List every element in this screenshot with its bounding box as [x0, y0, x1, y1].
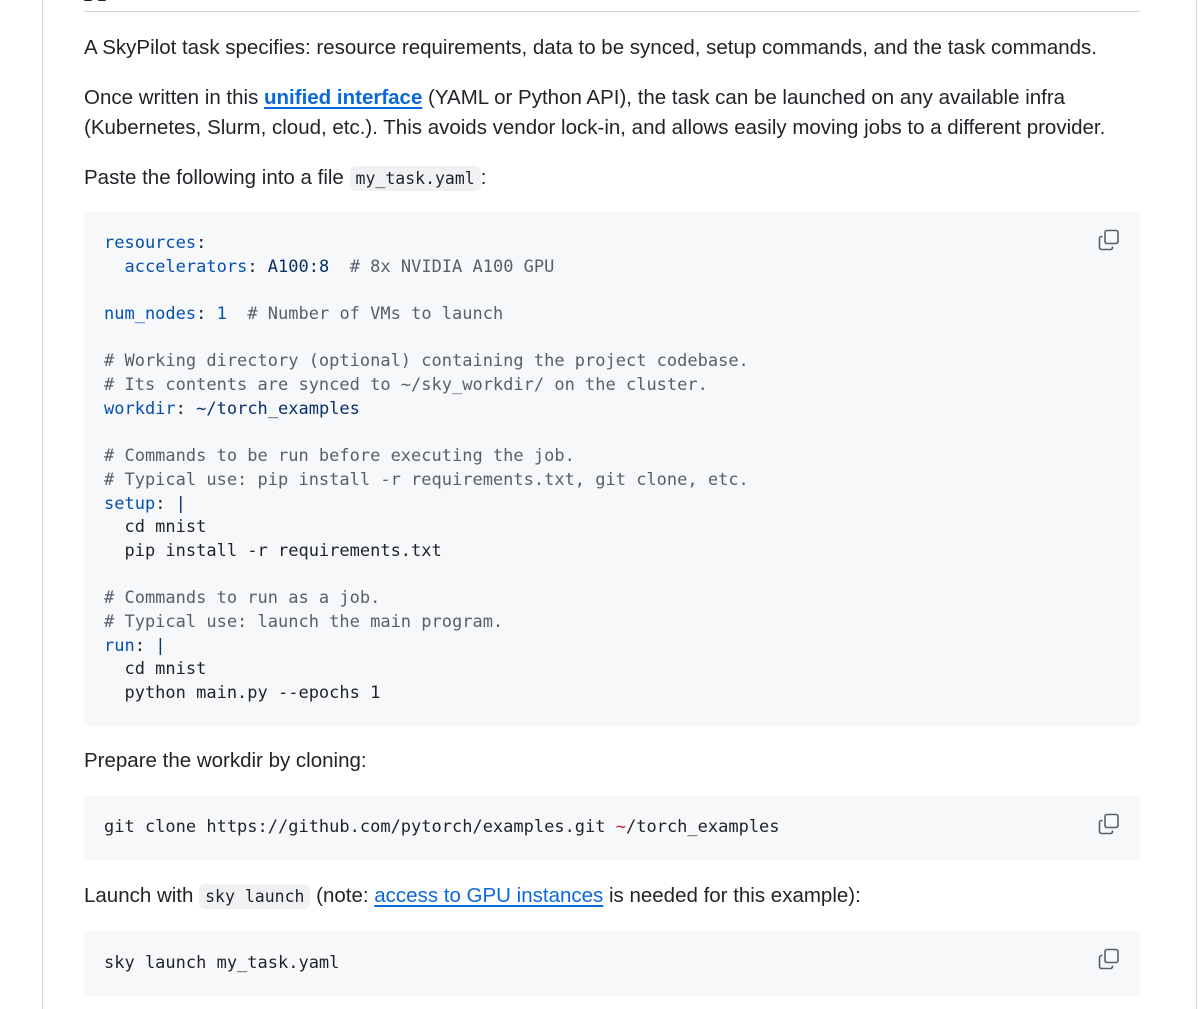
yaml-key: accelerators	[124, 256, 248, 277]
code-line: # Its contents are synced to ~/sky_workd…	[104, 374, 1120, 398]
yaml-separator: :	[196, 233, 207, 253]
yaml-comment: # Commands to run as a job.	[104, 588, 381, 609]
yaml-separator: :	[175, 398, 197, 419]
code-line: workdir: ~/torch_examples	[104, 398, 1120, 422]
yaml-command: cd mnist	[104, 659, 207, 680]
yaml-code-block: resources: accelerators: A100:8 # 8x NVI…	[84, 212, 1140, 726]
intro-text: A SkyPilot task specifies: resource requ…	[84, 36, 1097, 59]
code-line: # Working directory (optional) containin…	[104, 350, 1120, 374]
code-line: cd mnist	[104, 516, 1120, 540]
yaml-comment: # Working directory (optional) containin…	[104, 351, 749, 372]
launch-command-text: sky launch my_task.yaml	[104, 953, 340, 973]
yaml-separator: :	[247, 256, 268, 277]
paste-text: Paste the following into a file	[84, 166, 350, 189]
copy-launch-button[interactable]	[1098, 948, 1120, 970]
code-line: # Commands to be run before executing th…	[104, 445, 1120, 469]
yaml-separator: :	[134, 635, 156, 656]
code-line: setup: |	[104, 493, 1120, 517]
yaml-value: |	[175, 493, 186, 514]
launch-text-mid: (note:	[310, 884, 375, 907]
yaml-comment: # Typical use: launch the main program.	[104, 612, 504, 632]
copy-clone-button[interactable]	[1098, 813, 1120, 835]
yaml-key: num_nodes	[104, 304, 197, 325]
code-line: cd mnist	[104, 658, 1120, 682]
yaml-command: pip install -r requirements.txt	[104, 540, 442, 561]
code-line: run: |	[104, 635, 1120, 659]
paste-paragraph: Paste the following into a file my_task.…	[84, 163, 1140, 194]
yaml-command: cd mnist	[104, 517, 207, 538]
code-line: python main.py --epochs 1	[104, 682, 1120, 706]
launch-paragraph: Launch with sky launch (note: access to …	[84, 881, 1140, 912]
prepare-paragraph: Prepare the workdir by cloning:	[84, 746, 1140, 776]
unified-interface-link[interactable]: unified interface	[264, 86, 422, 109]
gpu-access-link[interactable]: access to GPU instances	[374, 884, 603, 907]
copy-icon	[1098, 948, 1119, 970]
interface-text-before: Once written in this	[84, 86, 265, 109]
copy-icon	[1098, 229, 1119, 251]
copy-icon	[1098, 813, 1119, 835]
code-line: # Commands to run as a job.	[104, 587, 1120, 611]
sky-launch-code: sky launch	[199, 884, 311, 909]
copy-yaml-button[interactable]	[1098, 229, 1120, 251]
yaml-key: workdir	[104, 398, 176, 419]
launch-code-block: sky launch my_task.yaml	[84, 931, 1140, 996]
yaml-separator: :	[196, 304, 217, 325]
code-line: # Typical use: launch the main program.	[104, 611, 1120, 635]
clone-command-target: /torch_examples	[626, 817, 780, 837]
code-line: resources:	[104, 232, 1120, 256]
yaml-comment: # Its contents are synced to ~/sky_workd…	[104, 375, 708, 396]
yaml-number: 1	[216, 304, 227, 325]
launch-text-after: is needed for this example):	[603, 884, 861, 907]
yaml-command: python main.py --epochs 1	[104, 683, 381, 704]
clone-command: git clone https://github.com/pytorch/exa…	[84, 796, 1140, 840]
code-line: pip install -r requirements.txt	[104, 540, 1120, 564]
yaml-comment: # Number of VMs to launch	[226, 304, 504, 325]
yaml-key: run	[104, 635, 135, 656]
heading-divider	[84, 11, 1140, 12]
yaml-code: resources: accelerators: A100:8 # 8x NVI…	[84, 212, 1140, 706]
launch-command: sky launch my_task.yaml	[84, 931, 1140, 976]
yaml-comment: # 8x NVIDIA A100 GPU	[329, 256, 555, 277]
filename-code: my_task.yaml	[349, 166, 481, 191]
yaml-value: ~/torch_examples	[196, 398, 360, 419]
yaml-separator: :	[155, 493, 176, 514]
clone-code-block: git clone https://github.com/pytorch/exa…	[84, 796, 1140, 860]
clone-command-text: git clone https://github.com/pytorch/exa…	[104, 817, 616, 837]
yaml-key: resources	[104, 233, 197, 253]
code-line: num_nodes: 1 # Number of VMs to launch	[104, 303, 1120, 327]
clone-command-tilde: ~	[615, 817, 626, 837]
yaml-value: A100:8	[267, 256, 330, 277]
intro-paragraph: A SkyPilot task specifies: resource requ…	[84, 33, 1140, 63]
yaml-key: setup	[104, 493, 156, 514]
yaml-comment: # Commands to be run before executing th…	[104, 446, 575, 467]
launch-text-before: Launch with	[84, 884, 200, 907]
yaml-comment: # Typical use: pip install -r requiremen…	[104, 469, 749, 490]
prepare-text: Prepare the workdir by cloning:	[84, 749, 367, 772]
code-line: accelerators: A100:8 # 8x NVIDIA A100 GP…	[104, 256, 1120, 280]
interface-paragraph: Once written in this unified interface (…	[84, 83, 1140, 143]
paste-colon: :	[480, 166, 487, 189]
heading-remnant	[84, 0, 124, 2]
code-line: # Typical use: pip install -r requiremen…	[104, 469, 1120, 493]
yaml-value: |	[155, 635, 166, 656]
